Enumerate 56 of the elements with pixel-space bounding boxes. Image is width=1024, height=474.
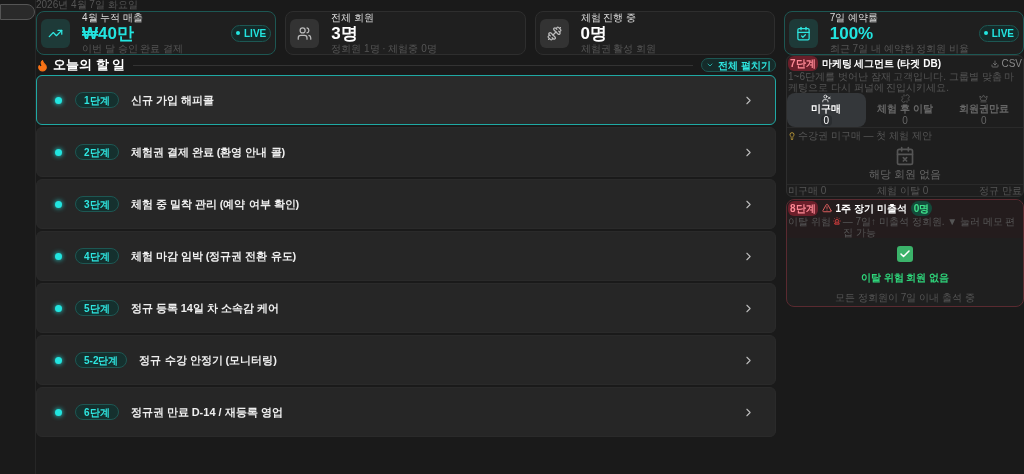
step-badge: 5단계: [75, 300, 119, 316]
crown-icon: [979, 94, 989, 103]
calendar-check-icon: [795, 25, 811, 41]
stat-label: 체험 진행 중: [580, 12, 638, 23]
task-row[interactable]: 3단계 체험 중 밀착 관리 (예약 여부 확인): [36, 179, 776, 229]
flame-icon: [36, 58, 49, 72]
task-row[interactable]: 5단계 정규 등록 14일 차 소속감 케어: [36, 283, 776, 333]
step-badge: 7단계: [788, 56, 818, 71]
task-row[interactable]: 1단계 신규 가입 해피콜: [36, 75, 776, 125]
stat-label: 7일 예약률: [829, 12, 880, 23]
warning-icon: [821, 203, 832, 213]
task-title: 정규 등록 14일 차 소속감 케어: [130, 300, 280, 316]
stat-value: 0명: [580, 24, 608, 42]
stat-value: 100%: [829, 24, 875, 42]
step-badge: 1단계: [75, 92, 119, 108]
task-title: 정규 수강 안정기 (모니터링): [139, 352, 277, 368]
users-icon: [297, 25, 313, 41]
expand-all-button[interactable]: 전체 펼치기: [701, 58, 776, 72]
sidebar-pill[interactable]: [0, 4, 35, 20]
step-badge: 4단계: [75, 248, 119, 264]
step-badge: 8단계: [788, 200, 818, 216]
stat-label: 전체 회원: [331, 12, 376, 23]
task-title: 체험권 결제 완료 (환영 안내 콜): [130, 144, 286, 160]
calendar-x-icon: [895, 146, 915, 166]
live-badge: LIVE: [231, 24, 272, 42]
task-title: 체험 마감 임박 (정규권 전환 유도): [130, 248, 297, 264]
count-badge: 0명: [910, 200, 933, 216]
csv-download-link[interactable]: CSV: [991, 56, 1022, 71]
stat-label: 4월 누적 매출: [82, 12, 145, 23]
step-badge: 3단계: [75, 196, 119, 212]
step-badge: 2단계: [75, 144, 119, 160]
dumbbell-icon: [546, 25, 562, 41]
task-title: 신규 가입 해피콜: [130, 92, 214, 108]
task-row[interactable]: 5-2단계 정규 수강 안정기 (모니터링): [36, 335, 776, 385]
stat-value: ₩40만: [82, 24, 135, 42]
task-title: 체험 중 밀착 관리 (예약 여부 확인): [130, 196, 300, 212]
task-row[interactable]: 2단계 체험권 결제 완료 (환영 안내 콜): [36, 127, 776, 177]
chevron-down-icon: [706, 61, 715, 69]
task-row[interactable]: 4단계 체험 마감 임박 (정규권 전환 유도): [36, 231, 776, 281]
step-badge: 5-2단계: [75, 352, 128, 368]
siren-icon: [832, 216, 841, 225]
panel-title: 마케팅 세그먼트 (타겟 DB): [821, 57, 941, 71]
stat-value: 3명: [331, 24, 359, 42]
empty-state-title: 이탈 위험 회원 없음: [860, 270, 950, 285]
task-row[interactable]: 6단계 정규권 만료 D-14 / 재등록 영업: [36, 387, 776, 437]
empty-state-text: 해당 회원 없음: [868, 167, 942, 182]
check-icon: [897, 245, 913, 262]
panel-title: 1주 장기 미출석: [835, 201, 907, 216]
segment-tab[interactable]: 미구매 0: [787, 93, 866, 127]
user-x-icon: [821, 94, 831, 103]
lightbulb-icon: [788, 131, 796, 140]
section-title: 오늘의 할 일: [53, 56, 126, 75]
download-icon: [991, 59, 1000, 68]
step-badge: 6단계: [75, 404, 119, 420]
task-title: 정규권 만료 D-14 / 재등록 영업: [130, 404, 283, 420]
live-badge: LIVE: [978, 24, 1019, 42]
